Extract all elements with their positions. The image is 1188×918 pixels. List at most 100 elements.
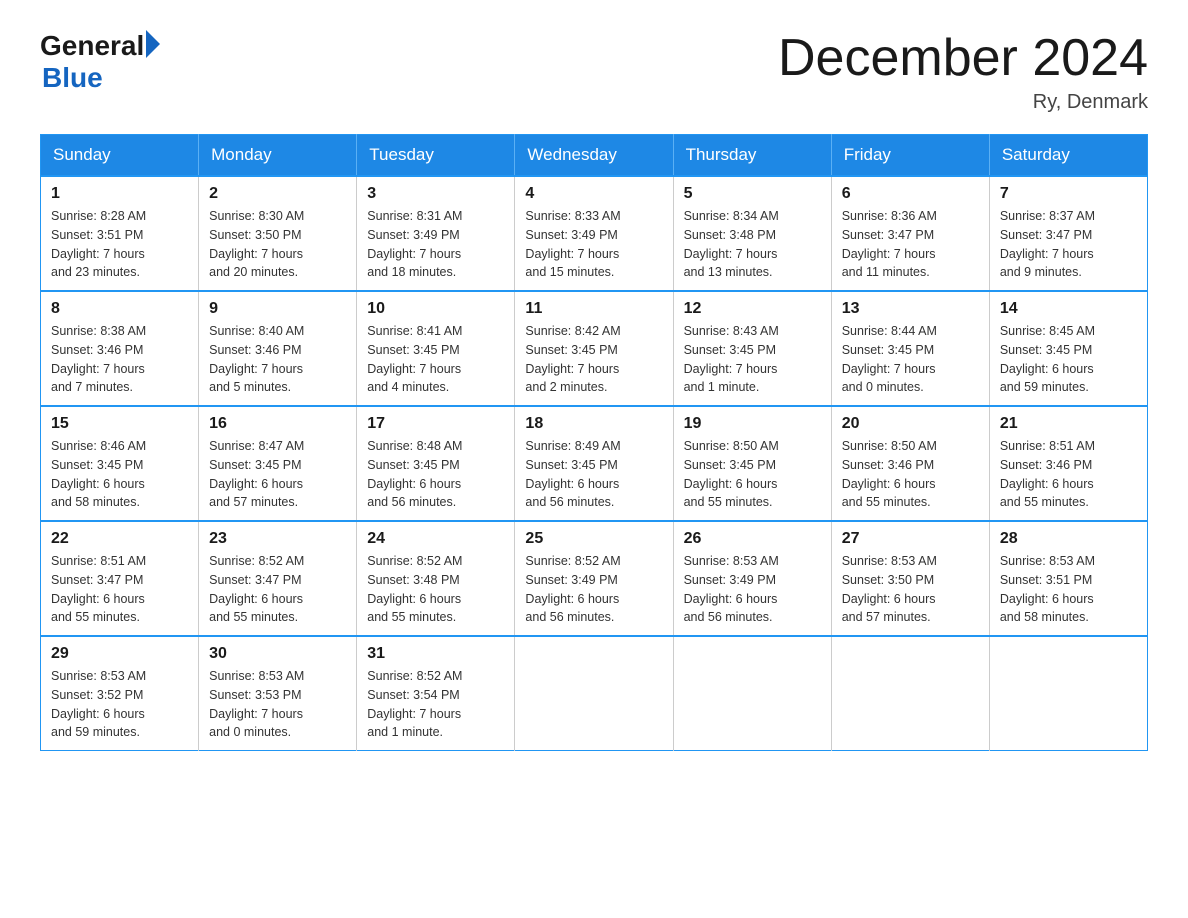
calendar-day-cell bbox=[673, 636, 831, 751]
day-info: Sunrise: 8:53 AMSunset: 3:53 PMDaylight:… bbox=[209, 667, 346, 742]
day-number: 23 bbox=[209, 530, 346, 548]
calendar-day-cell bbox=[831, 636, 989, 751]
calendar-day-cell: 9Sunrise: 8:40 AMSunset: 3:46 PMDaylight… bbox=[199, 291, 357, 406]
calendar-day-cell: 31Sunrise: 8:52 AMSunset: 3:54 PMDayligh… bbox=[357, 636, 515, 751]
day-number: 2 bbox=[209, 185, 346, 203]
day-of-week-header: Thursday bbox=[673, 135, 831, 177]
day-number: 20 bbox=[842, 415, 979, 433]
day-info: Sunrise: 8:44 AMSunset: 3:45 PMDaylight:… bbox=[842, 322, 979, 397]
calendar-body: 1Sunrise: 8:28 AMSunset: 3:51 PMDaylight… bbox=[41, 176, 1148, 751]
calendar-day-cell: 15 Sunrise: 8:46 AMSunset: 3:45 PMDayligh… bbox=[41, 406, 199, 521]
calendar-week-row: 1Sunrise: 8:28 AMSunset: 3:51 PMDaylight… bbox=[41, 176, 1148, 291]
calendar-day-cell: 28 Sunrise: 8:53 AMSunset: 3:51 PMDayligh… bbox=[989, 521, 1147, 636]
day-info: Sunrise: 8:48 AMSunset: 3:45 PMDaylight:… bbox=[367, 437, 504, 512]
calendar-day-cell bbox=[989, 636, 1147, 751]
day-number: 25 bbox=[525, 530, 662, 548]
calendar-day-cell: 3Sunrise: 8:31 AMSunset: 3:49 PMDaylight… bbox=[357, 176, 515, 291]
day-info: Sunrise: 8:33 AMSunset: 3:49 PMDaylight:… bbox=[525, 207, 662, 282]
day-info: Sunrise: 8:31 AMSunset: 3:49 PMDaylight:… bbox=[367, 207, 504, 282]
day-number: 28 bbox=[1000, 530, 1137, 548]
day-number: 24 bbox=[367, 530, 504, 548]
day-info: Sunrise: 8:52 AMSunset: 3:47 PMDaylight:… bbox=[209, 552, 346, 627]
day-info: Sunrise: 8:51 AMSunset: 3:47 PMDaylight:… bbox=[51, 552, 188, 627]
calendar-day-cell: 22 Sunrise: 8:51 AMSunset: 3:47 PMDayligh… bbox=[41, 521, 199, 636]
logo-triangle-icon bbox=[146, 30, 160, 58]
calendar-week-row: 15 Sunrise: 8:46 AMSunset: 3:45 PMDayligh… bbox=[41, 406, 1148, 521]
page-header: General Blue December 2024 Ry, Denmark bbox=[40, 30, 1148, 114]
day-info: Sunrise: 8:53 AMSunset: 3:50 PMDaylight:… bbox=[842, 552, 979, 627]
day-info: Sunrise: 8:40 AMSunset: 3:46 PMDaylight:… bbox=[209, 322, 346, 397]
day-info: Sunrise: 8:52 AMSunset: 3:54 PMDaylight:… bbox=[367, 667, 504, 742]
day-number: 29 bbox=[51, 645, 188, 663]
day-of-week-header: Monday bbox=[199, 135, 357, 177]
day-info: Sunrise: 8:50 AMSunset: 3:45 PMDaylight:… bbox=[684, 437, 821, 512]
calendar-day-cell: 20 Sunrise: 8:50 AMSunset: 3:46 PMDayligh… bbox=[831, 406, 989, 521]
day-info: Sunrise: 8:42 AMSunset: 3:45 PMDaylight:… bbox=[525, 322, 662, 397]
calendar-day-cell: 10Sunrise: 8:41 AMSunset: 3:45 PMDayligh… bbox=[357, 291, 515, 406]
day-info: Sunrise: 8:46 AMSunset: 3:45 PMDaylight:… bbox=[51, 437, 188, 512]
day-number: 7 bbox=[1000, 185, 1137, 203]
day-of-week-header: Friday bbox=[831, 135, 989, 177]
calendar-day-cell: 4 Sunrise: 8:33 AMSunset: 3:49 PMDaylight… bbox=[515, 176, 673, 291]
day-number: 27 bbox=[842, 530, 979, 548]
calendar-day-cell: 7 Sunrise: 8:37 AMSunset: 3:47 PMDaylight… bbox=[989, 176, 1147, 291]
calendar-day-cell: 12Sunrise: 8:43 AMSunset: 3:45 PMDayligh… bbox=[673, 291, 831, 406]
day-info: Sunrise: 8:30 AMSunset: 3:50 PMDaylight:… bbox=[209, 207, 346, 282]
day-number: 14 bbox=[1000, 300, 1137, 318]
calendar-header: SundayMondayTuesdayWednesdayThursdayFrid… bbox=[41, 135, 1148, 177]
calendar-week-row: 8 Sunrise: 8:38 AMSunset: 3:46 PMDaylight… bbox=[41, 291, 1148, 406]
calendar-day-cell: 29 Sunrise: 8:53 AMSunset: 3:52 PMDayligh… bbox=[41, 636, 199, 751]
calendar-day-cell: 21Sunrise: 8:51 AMSunset: 3:46 PMDayligh… bbox=[989, 406, 1147, 521]
calendar-table: SundayMondayTuesdayWednesdayThursdayFrid… bbox=[40, 134, 1148, 751]
calendar-day-cell: 18Sunrise: 8:49 AMSunset: 3:45 PMDayligh… bbox=[515, 406, 673, 521]
day-number: 30 bbox=[209, 645, 346, 663]
calendar-day-cell bbox=[515, 636, 673, 751]
logo: General Blue bbox=[40, 30, 160, 94]
day-of-week-header: Tuesday bbox=[357, 135, 515, 177]
day-info: Sunrise: 8:53 AMSunset: 3:51 PMDaylight:… bbox=[1000, 552, 1137, 627]
day-info: Sunrise: 8:50 AMSunset: 3:46 PMDaylight:… bbox=[842, 437, 979, 512]
title-area: December 2024 Ry, Denmark bbox=[778, 30, 1148, 114]
logo-blue-text: Blue bbox=[42, 62, 160, 94]
day-info: Sunrise: 8:43 AMSunset: 3:45 PMDaylight:… bbox=[684, 322, 821, 397]
calendar-day-cell: 6Sunrise: 8:36 AMSunset: 3:47 PMDaylight… bbox=[831, 176, 989, 291]
day-info: Sunrise: 8:28 AMSunset: 3:51 PMDaylight:… bbox=[51, 207, 188, 282]
day-info: Sunrise: 8:52 AMSunset: 3:49 PMDaylight:… bbox=[525, 552, 662, 627]
calendar-day-cell: 1Sunrise: 8:28 AMSunset: 3:51 PMDaylight… bbox=[41, 176, 199, 291]
calendar-day-cell: 13 Sunrise: 8:44 AMSunset: 3:45 PMDayligh… bbox=[831, 291, 989, 406]
day-info: Sunrise: 8:53 AMSunset: 3:52 PMDaylight:… bbox=[51, 667, 188, 742]
day-info: Sunrise: 8:45 AMSunset: 3:45 PMDaylight:… bbox=[1000, 322, 1137, 397]
day-number: 15 bbox=[51, 415, 188, 433]
calendar-day-cell: 2 Sunrise: 8:30 AMSunset: 3:50 PMDaylight… bbox=[199, 176, 357, 291]
calendar-day-cell: 30 Sunrise: 8:53 AMSunset: 3:53 PMDayligh… bbox=[199, 636, 357, 751]
calendar-day-cell: 26Sunrise: 8:53 AMSunset: 3:49 PMDayligh… bbox=[673, 521, 831, 636]
calendar-week-row: 29 Sunrise: 8:53 AMSunset: 3:52 PMDayligh… bbox=[41, 636, 1148, 751]
day-number: 21 bbox=[1000, 415, 1137, 433]
day-info: Sunrise: 8:37 AMSunset: 3:47 PMDaylight:… bbox=[1000, 207, 1137, 282]
calendar-day-cell: 25 Sunrise: 8:52 AMSunset: 3:49 PMDayligh… bbox=[515, 521, 673, 636]
day-number: 17 bbox=[367, 415, 504, 433]
day-number: 13 bbox=[842, 300, 979, 318]
day-info: Sunrise: 8:53 AMSunset: 3:49 PMDaylight:… bbox=[684, 552, 821, 627]
day-of-week-header: Wednesday bbox=[515, 135, 673, 177]
day-info: Sunrise: 8:38 AMSunset: 3:46 PMDaylight:… bbox=[51, 322, 188, 397]
calendar-day-cell: 8 Sunrise: 8:38 AMSunset: 3:46 PMDaylight… bbox=[41, 291, 199, 406]
header-row: SundayMondayTuesdayWednesdayThursdayFrid… bbox=[41, 135, 1148, 177]
day-of-week-header: Saturday bbox=[989, 135, 1147, 177]
day-number: 4 bbox=[525, 185, 662, 203]
day-number: 8 bbox=[51, 300, 188, 318]
calendar-day-cell: 14 Sunrise: 8:45 AMSunset: 3:45 PMDayligh… bbox=[989, 291, 1147, 406]
day-number: 10 bbox=[367, 300, 504, 318]
day-number: 19 bbox=[684, 415, 821, 433]
calendar-day-cell: 16Sunrise: 8:47 AMSunset: 3:45 PMDayligh… bbox=[199, 406, 357, 521]
day-info: Sunrise: 8:47 AMSunset: 3:45 PMDaylight:… bbox=[209, 437, 346, 512]
month-title: December 2024 bbox=[778, 30, 1148, 87]
calendar-day-cell: 11Sunrise: 8:42 AMSunset: 3:45 PMDayligh… bbox=[515, 291, 673, 406]
calendar-day-cell: 27 Sunrise: 8:53 AMSunset: 3:50 PMDayligh… bbox=[831, 521, 989, 636]
day-number: 18 bbox=[525, 415, 662, 433]
day-number: 5 bbox=[684, 185, 821, 203]
day-info: Sunrise: 8:52 AMSunset: 3:48 PMDaylight:… bbox=[367, 552, 504, 627]
calendar-day-cell: 5Sunrise: 8:34 AMSunset: 3:48 PMDaylight… bbox=[673, 176, 831, 291]
day-number: 22 bbox=[51, 530, 188, 548]
logo-general-text: General bbox=[40, 30, 144, 62]
